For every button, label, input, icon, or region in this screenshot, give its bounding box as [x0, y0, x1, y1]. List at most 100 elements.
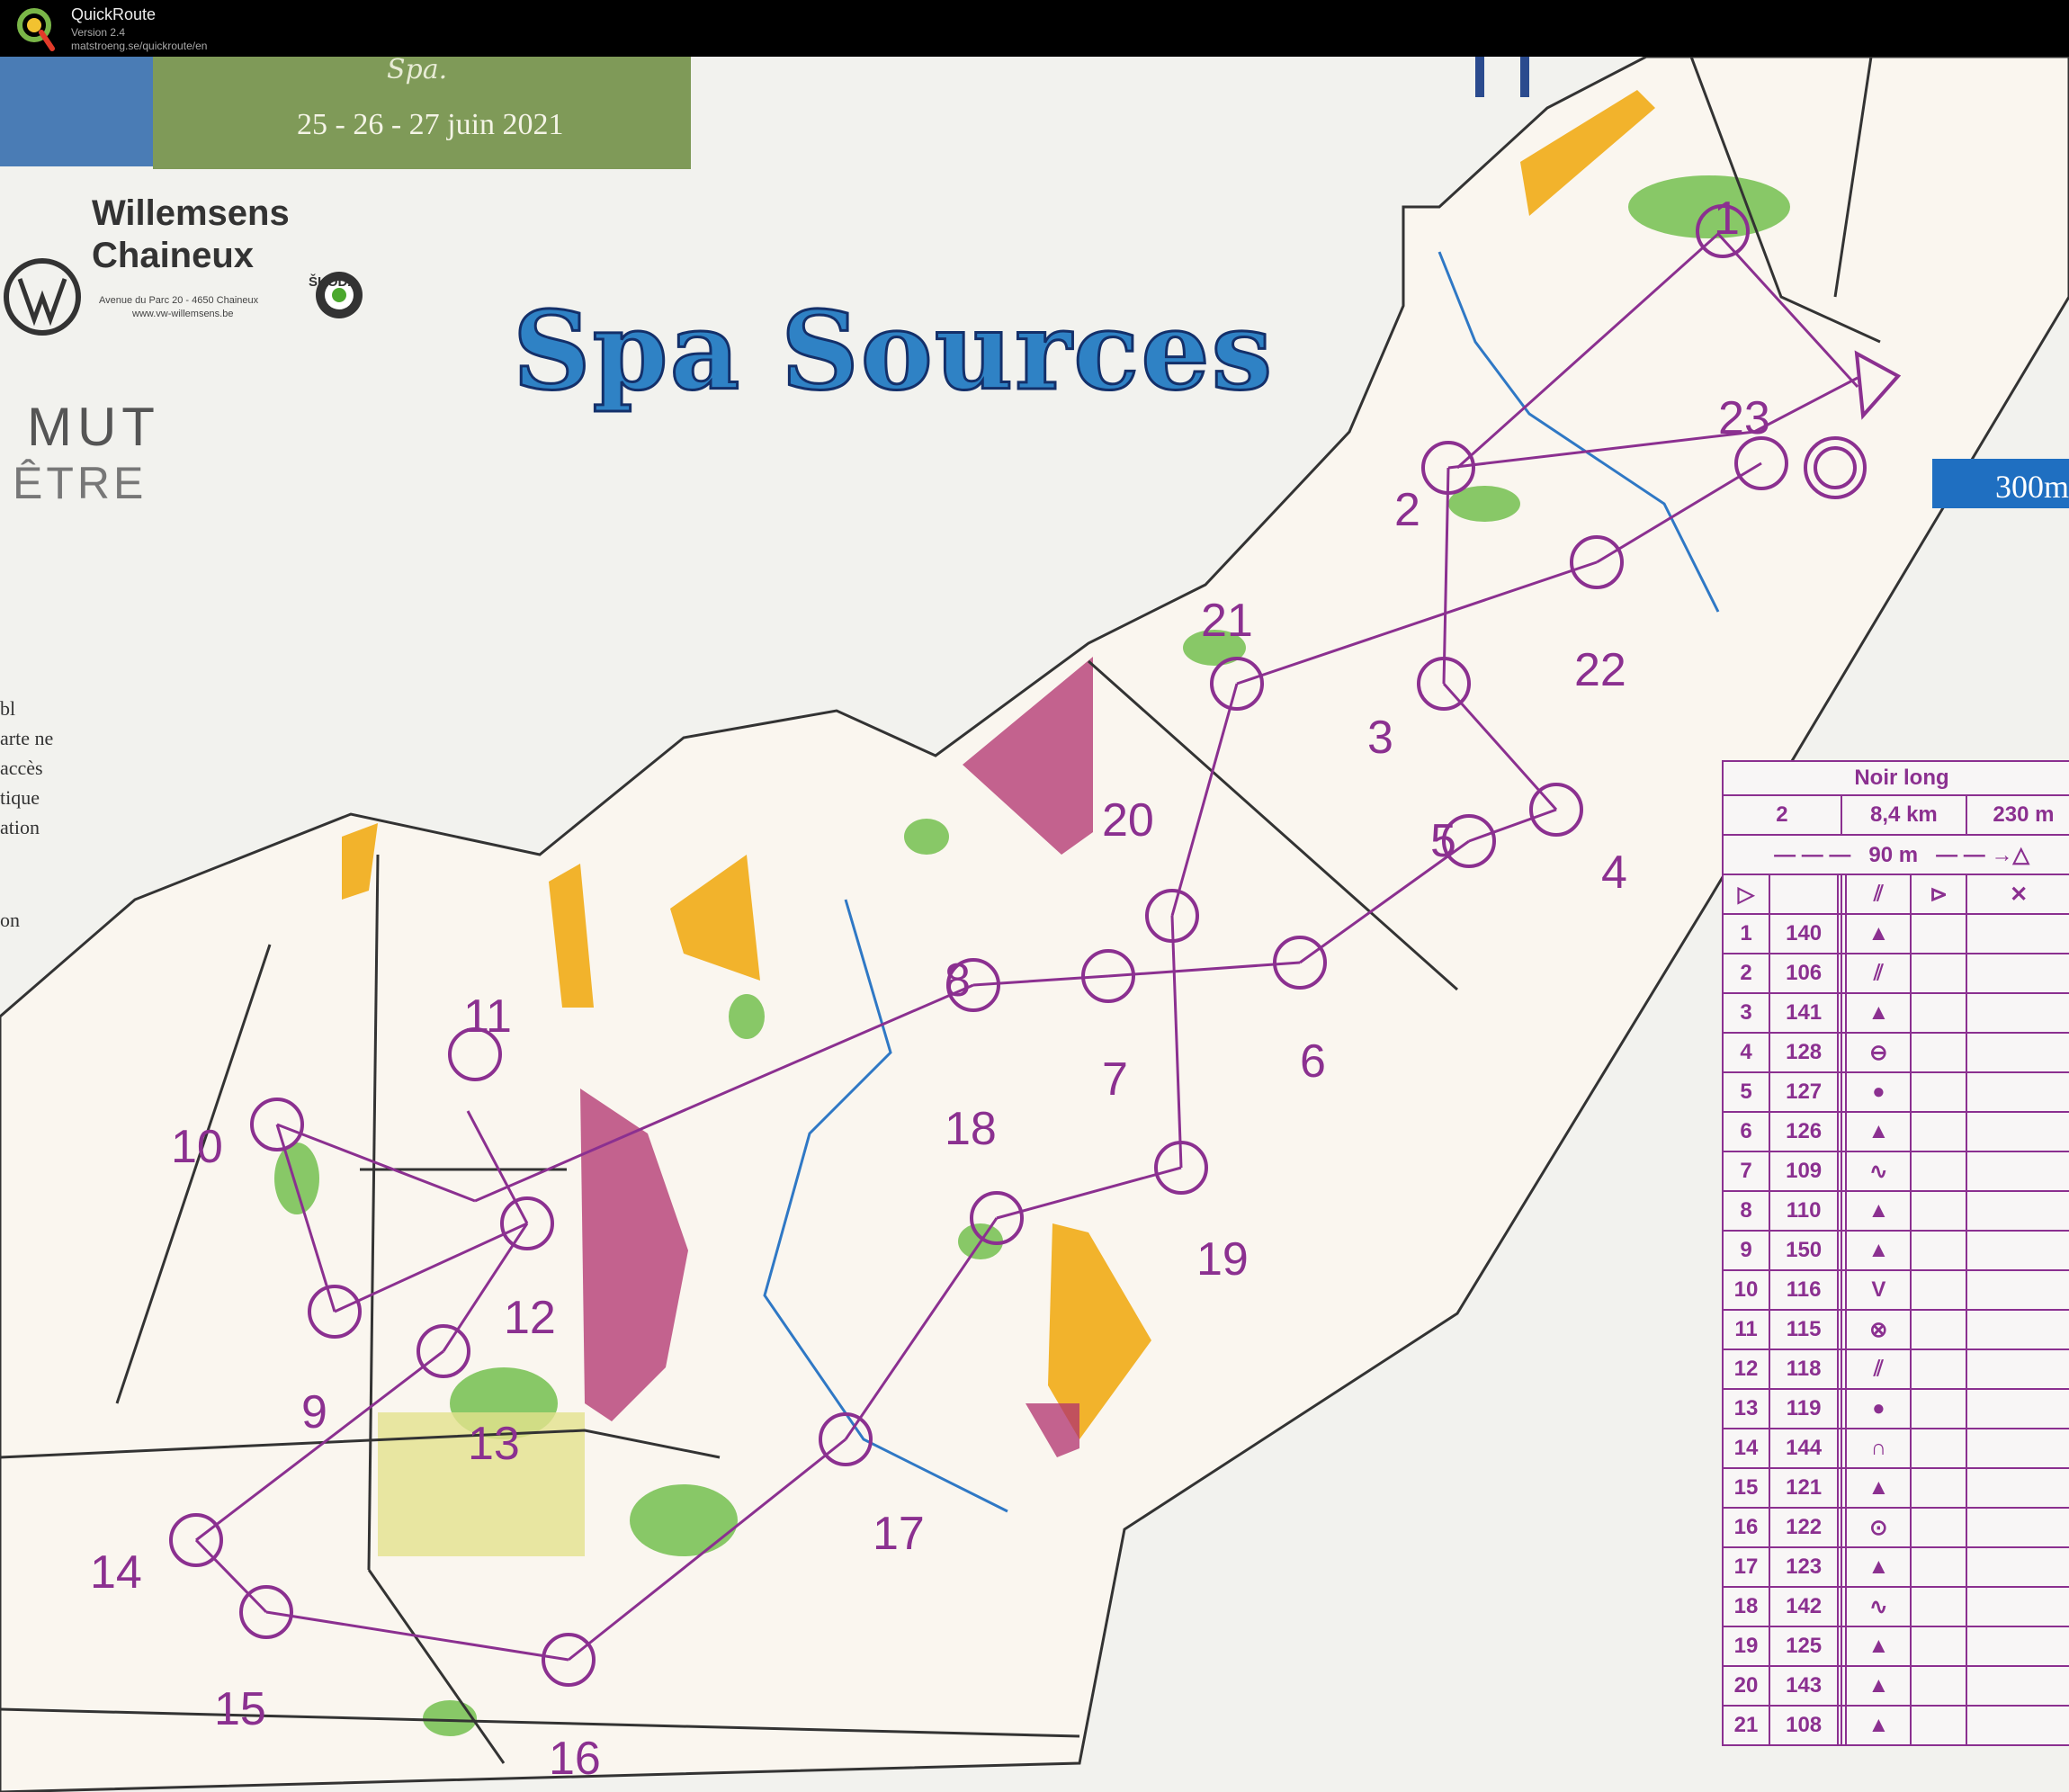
row-number: 12 — [1721, 1348, 1771, 1390]
row-number: 17 — [1721, 1546, 1771, 1588]
row-number: 19 — [1721, 1626, 1771, 1667]
cut-text-6: on — [0, 909, 20, 931]
sponsor-address: Avenue du Parc 20 - 4650 Chaineux — [99, 295, 259, 306]
control-number: 8 — [945, 954, 971, 1007]
control-number: 5 — [1430, 815, 1456, 867]
control-code: 143 — [1769, 1665, 1840, 1707]
control-number: 6 — [1300, 1035, 1326, 1088]
event-banner-blue — [0, 57, 157, 166]
feature-symbol: V — [1845, 1269, 1912, 1311]
description-row: 11 115 ⊗ — [1721, 1309, 2069, 1350]
taped-route-text: 90 m — [1868, 842, 1919, 867]
feature-symbol: ▲ — [1845, 1111, 1912, 1152]
quickroute-logo-icon — [17, 8, 55, 51]
description-row: 10 116 V — [1721, 1269, 2069, 1311]
row-number: 3 — [1721, 992, 1771, 1034]
event-banner-subtitle: Spa. — [387, 57, 448, 85]
control-number: 3 — [1367, 712, 1393, 764]
feature-symbol: ▲ — [1845, 1546, 1912, 1588]
description-row: 18 142 ∿ — [1721, 1586, 2069, 1627]
feature-symbol: ⊙ — [1845, 1507, 1912, 1548]
map-image[interactable]: Spa. 25 - 26 - 27 juin 2021 Willemsens C… — [0, 57, 2069, 1792]
control-code: 123 — [1769, 1546, 1840, 1588]
description-row: 8 110 ▲ — [1721, 1190, 2069, 1232]
skoda-brand-label: ŠKODA — [309, 274, 358, 290]
control-number: 21 — [1201, 595, 1253, 647]
description-row: 9 150 ▲ — [1721, 1230, 2069, 1271]
control-number: 20 — [1102, 794, 1154, 847]
control-code: 118 — [1769, 1348, 1840, 1390]
control-number: 11 — [463, 990, 512, 1043]
row-number: 14 — [1721, 1428, 1771, 1469]
feature-symbol: ▲ — [1845, 992, 1912, 1034]
vw-logo-icon — [4, 258, 81, 336]
feature-symbol: ⊖ — [1845, 1032, 1912, 1073]
description-row: 15 121 ▲ — [1721, 1467, 2069, 1509]
map-title: Spa Sources — [511, 287, 1275, 417]
sponsor-name-line2: Chaineux — [92, 236, 255, 275]
feature-symbol: ▲ — [1845, 1705, 1912, 1746]
feature-symbol: ∿ — [1845, 1586, 1912, 1627]
control-code: 116 — [1769, 1269, 1840, 1311]
control-code: 108 — [1769, 1705, 1840, 1746]
control-code: 122 — [1769, 1507, 1840, 1548]
feature-symbol: ● — [1845, 1071, 1912, 1113]
row-number: 13 — [1721, 1388, 1771, 1429]
course-length: 8,4 km — [1840, 794, 1967, 836]
row-number: 7 — [1721, 1151, 1771, 1192]
partner-text-line2: ÊTRE — [13, 458, 148, 508]
control-code: 126 — [1769, 1111, 1840, 1152]
cut-text-3: accès — [0, 757, 43, 779]
row-number: 15 — [1721, 1467, 1771, 1509]
taped-route-length: — — — 90 m — — →△ — [1722, 834, 2069, 875]
row-number: 6 — [1721, 1111, 1771, 1152]
control-code: 150 — [1769, 1230, 1840, 1271]
description-row: 2 106 ⫽ — [1721, 953, 2069, 994]
app-url: matstroeng.se/quickroute/en — [71, 40, 208, 52]
control-code: 110 — [1769, 1190, 1840, 1232]
row-number: 16 — [1721, 1507, 1771, 1548]
description-row: 16 122 ⊙ — [1721, 1507, 2069, 1548]
row-number: 20 — [1721, 1665, 1771, 1707]
control-number: 2 — [1394, 484, 1420, 536]
description-row: 14 144 ∩ — [1721, 1428, 2069, 1469]
control-number: 10 — [171, 1121, 223, 1173]
control-code: 125 — [1769, 1626, 1840, 1667]
feature-symbol: ▲ — [1845, 1190, 1912, 1232]
feature-symbol: ● — [1845, 1388, 1912, 1429]
feature-symbol: ⊗ — [1845, 1309, 1912, 1350]
control-description-sheet: Noir long 2 8,4 km 230 m — — — 90 m — — … — [1721, 760, 2069, 1746]
control-code: 119 — [1769, 1388, 1840, 1429]
control-number: 18 — [945, 1103, 997, 1155]
control-number: 17 — [873, 1508, 925, 1560]
row-number: 10 — [1721, 1269, 1771, 1311]
feature-symbol: ⫽ — [1845, 1348, 1912, 1390]
description-row: 3 141 ▲ — [1721, 992, 2069, 1034]
row-number: 18 — [1721, 1586, 1771, 1627]
control-code: 121 — [1769, 1467, 1840, 1509]
control-number: 4 — [1601, 847, 1627, 899]
control-number: 7 — [1102, 1053, 1128, 1106]
description-row: 4 128 ⊖ — [1721, 1032, 2069, 1073]
row-number: 21 — [1721, 1705, 1771, 1746]
description-row: 20 143 ▲ — [1721, 1665, 2069, 1707]
description-row: 12 118 ⫽ — [1721, 1348, 2069, 1390]
control-number: 23 — [1718, 392, 1770, 444]
course-number: 2 — [1722, 794, 1842, 836]
arrow-symbol-icon: ⊳ — [1910, 874, 1967, 915]
control-code: 128 — [1769, 1032, 1840, 1073]
control-number: 1 — [1714, 193, 1740, 245]
control-number: 19 — [1196, 1233, 1249, 1286]
control-number: 15 — [214, 1683, 266, 1735]
cut-text-2: arte ne — [0, 727, 54, 749]
feature-symbol: ∿ — [1845, 1151, 1912, 1192]
app-version: Version 2.4 — [71, 26, 126, 39]
control-code: 142 — [1769, 1586, 1840, 1627]
description-row: 13 119 ● — [1721, 1388, 2069, 1429]
cut-text-5: ation — [0, 816, 40, 838]
feature-symbol: ▲ — [1845, 1626, 1912, 1667]
description-row: 17 123 ▲ — [1721, 1546, 2069, 1588]
description-row: 7 109 ∿ — [1721, 1151, 2069, 1192]
control-number: 9 — [301, 1386, 327, 1438]
control-number: 14 — [90, 1546, 142, 1599]
